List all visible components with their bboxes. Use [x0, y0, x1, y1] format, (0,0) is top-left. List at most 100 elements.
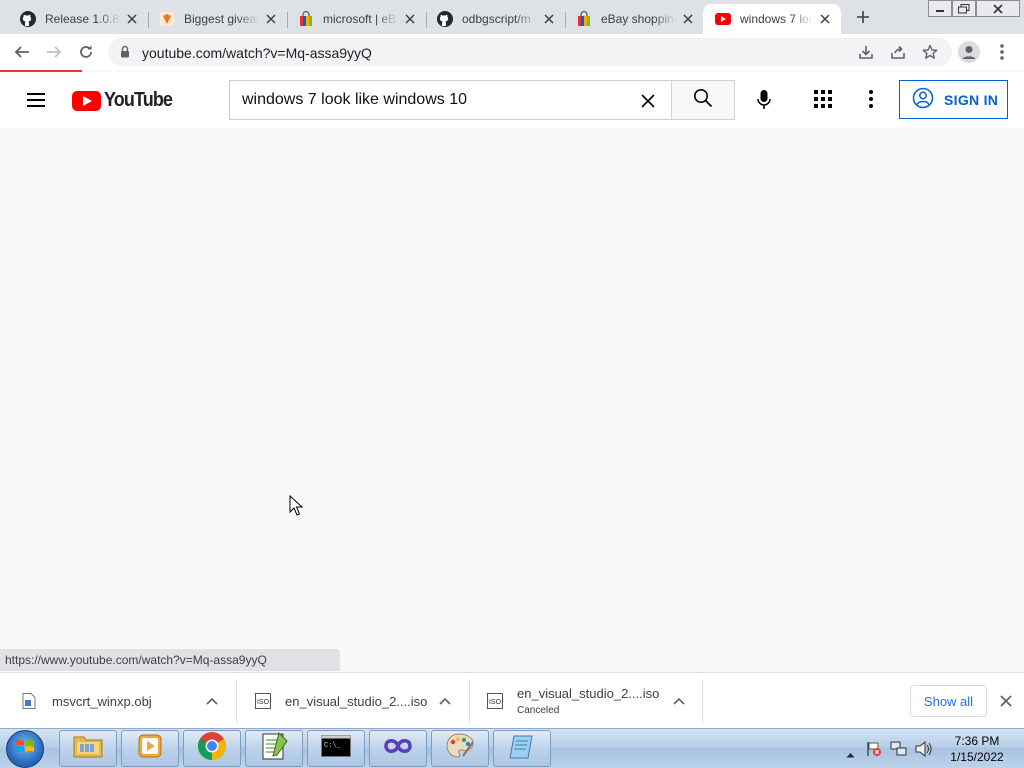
- paint-icon: [445, 732, 475, 765]
- iso-file-icon: ISO: [487, 693, 503, 709]
- tab-title: Release 1.0.80 ·: [45, 12, 120, 26]
- lock-icon[interactable]: [120, 45, 130, 63]
- chevron-up-icon[interactable]: [671, 693, 687, 709]
- chrome-menu-icon[interactable]: [990, 40, 1014, 64]
- close-window-button[interactable]: [976, 0, 1020, 17]
- install-app-icon[interactable]: [854, 40, 878, 64]
- system-clock[interactable]: 7:36 PM 1/15/2022: [944, 733, 1010, 765]
- taskbar-chrome[interactable]: [183, 730, 241, 767]
- clear-search-icon[interactable]: [636, 89, 660, 113]
- hamburger-menu-icon[interactable]: [24, 88, 48, 112]
- youtube-wordmark: YouTube: [104, 89, 173, 111]
- new-tab-button[interactable]: [851, 5, 875, 29]
- search-input[interactable]: [242, 89, 622, 111]
- sign-in-label: SIGN IN: [944, 91, 999, 108]
- youtube-apps-grid-icon[interactable]: [810, 86, 836, 112]
- notepad-plus-plus-icon: [259, 731, 289, 766]
- start-button[interactable]: [6, 730, 44, 768]
- network-icon[interactable]: [890, 741, 908, 762]
- mouse-cursor-icon: [289, 494, 304, 522]
- download-shelf: msvcrt_winxp.obj ISO en_visual_studio_2.…: [0, 672, 1024, 728]
- show-hidden-icons-chevron-icon[interactable]: [846, 745, 855, 763]
- windows-taskbar: C:\_ 7:36 PM 1/15/2022: [0, 728, 1024, 768]
- download-item[interactable]: ISO en_visual_studio_2....iso: [255, 679, 465, 723]
- taskbar-paint[interactable]: [431, 730, 489, 767]
- show-all-downloads-button[interactable]: Show all: [910, 685, 987, 717]
- ebay-bag-icon: [576, 11, 592, 27]
- download-filename: en_visual_studio_2....iso: [285, 693, 428, 709]
- clock-time: 7:36 PM: [954, 734, 1000, 748]
- youtube-icon: [715, 11, 731, 27]
- taskbar-cmd[interactable]: C:\_: [307, 730, 365, 767]
- notepad-icon: [508, 732, 536, 765]
- close-icon[interactable]: [124, 11, 140, 27]
- chevron-up-icon[interactable]: [204, 693, 220, 709]
- address-bar[interactable]: youtube.com/watch?v=Mq-assa9yyQ: [108, 38, 952, 66]
- profile-avatar-icon[interactable]: [957, 40, 981, 64]
- visual-studio-icon: [382, 736, 414, 761]
- file-icon: [22, 693, 38, 709]
- download-filename: msvcrt_winxp.obj: [52, 693, 152, 709]
- clock-date: 1/15/2022: [950, 750, 1004, 764]
- close-icon[interactable]: [402, 11, 418, 27]
- page-content-area: [0, 128, 1024, 672]
- tab-title: eBay shopping: [601, 12, 676, 26]
- close-icon[interactable]: [680, 11, 696, 27]
- action-center-flag-icon[interactable]: [866, 741, 882, 762]
- download-divider: [469, 679, 470, 723]
- giveaway-icon: [159, 11, 175, 27]
- voice-search-mic-icon[interactable]: [748, 84, 780, 116]
- bookmark-star-icon[interactable]: [918, 40, 942, 64]
- chevron-up-icon[interactable]: [437, 693, 453, 709]
- media-player-icon: [137, 733, 163, 764]
- search-icon: [693, 88, 713, 113]
- restore-button[interactable]: [952, 0, 976, 17]
- sign-in-button[interactable]: SIGN IN: [899, 80, 1008, 119]
- tab-ebay-shopping[interactable]: eBay shopping: [564, 4, 704, 34]
- tab-giveaway[interactable]: Biggest giveaway: [147, 4, 288, 34]
- close-icon[interactable]: [817, 11, 833, 27]
- download-text: en_visual_studio_2....iso Canceled: [517, 686, 659, 716]
- download-status: Canceled: [517, 705, 560, 716]
- explorer-icon: [72, 733, 104, 764]
- youtube-logo[interactable]: YouTube: [72, 89, 180, 112]
- ebay-bag-icon: [298, 11, 314, 27]
- cmd-icon: C:\_: [321, 735, 351, 762]
- forward-button[interactable]: [42, 40, 66, 64]
- tab-title: Biggest giveaway: [184, 12, 259, 26]
- close-shelf-icon[interactable]: [996, 691, 1016, 711]
- tab-title: microsoft | eBay: [323, 12, 398, 26]
- url-text: youtube.com/watch?v=Mq-assa9yyQ: [142, 45, 372, 61]
- taskbar-notepad[interactable]: [493, 730, 551, 767]
- svg-text:ISO: ISO: [257, 699, 270, 706]
- tab-microsoft-ebay[interactable]: microsoft | eBay: [286, 4, 427, 34]
- settings-more-icon[interactable]: [858, 86, 884, 112]
- tab-youtube-active[interactable]: windows 7 look: [703, 4, 841, 34]
- github-icon: [20, 11, 36, 27]
- volume-icon[interactable]: [915, 740, 933, 762]
- taskbar-notepad-plus-plus[interactable]: [245, 730, 303, 767]
- close-icon[interactable]: [541, 11, 557, 27]
- download-divider: [236, 679, 237, 723]
- reload-button[interactable]: [74, 40, 98, 64]
- download-item[interactable]: ISO en_visual_studio_2....iso Canceled: [487, 679, 697, 723]
- iso-file-icon: ISO: [255, 693, 271, 709]
- tab-release[interactable]: Release 1.0.80 ·: [8, 4, 149, 34]
- youtube-masthead: YouTube SIGN IN: [0, 72, 1024, 128]
- search-button[interactable]: [671, 80, 735, 120]
- share-icon[interactable]: [886, 40, 910, 64]
- taskbar-explorer[interactable]: [59, 730, 117, 767]
- close-icon[interactable]: [263, 11, 279, 27]
- download-item[interactable]: msvcrt_winxp.obj: [22, 679, 232, 723]
- svg-text:C:\_: C:\_: [324, 742, 342, 750]
- download-divider: [702, 679, 703, 723]
- tab-odbgscript[interactable]: odbgscript/m: [425, 4, 566, 34]
- taskbar-media-player[interactable]: [121, 730, 179, 767]
- tab-title: odbgscript/m: [462, 12, 531, 26]
- taskbar-visual-studio[interactable]: [369, 730, 427, 767]
- tab-title: windows 7 look: [740, 12, 813, 26]
- back-button[interactable]: [10, 40, 34, 64]
- chrome-icon: [197, 731, 227, 766]
- youtube-play-icon: [72, 90, 101, 111]
- minimize-button[interactable]: [928, 0, 952, 17]
